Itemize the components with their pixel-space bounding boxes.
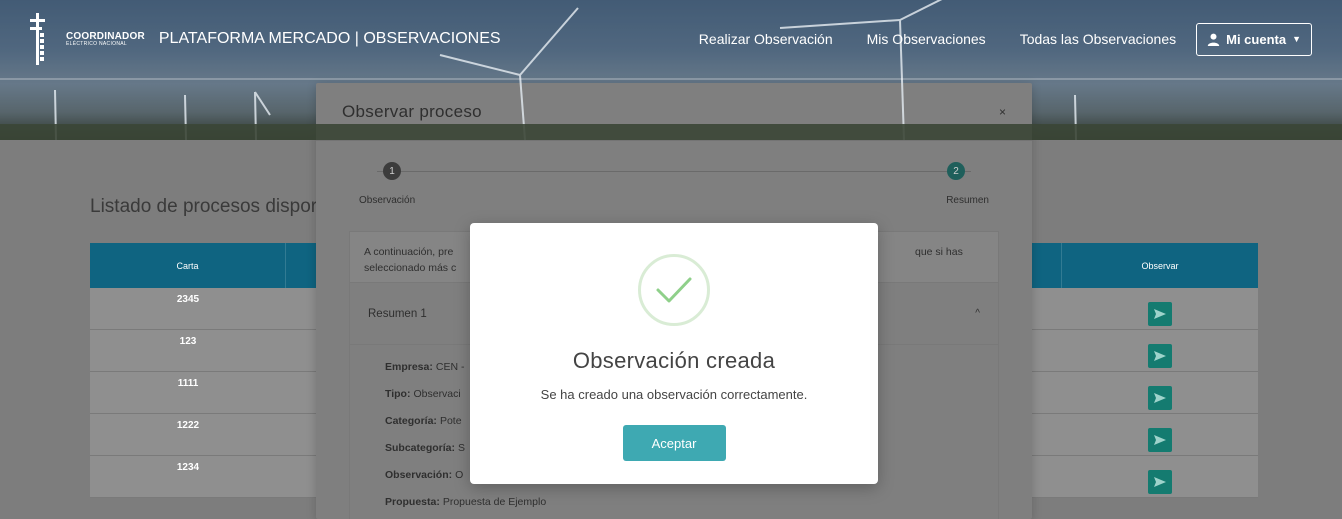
summary-title: Resumen 1	[368, 307, 427, 320]
page-title: Listado de procesos dispor	[90, 196, 318, 217]
nav-todas-observaciones[interactable]: Todas las Observaciones	[1020, 31, 1176, 47]
success-message: Se ha creado una observación correctamen…	[540, 387, 808, 402]
observe-send-button[interactable]	[1148, 386, 1172, 410]
step-1-indicator[interactable]: 1	[383, 162, 401, 180]
caret-down-icon: ▼	[1292, 34, 1301, 44]
observe-send-button[interactable]	[1148, 302, 1172, 326]
field-value: CEN -	[435, 360, 465, 373]
carta-cell: 1234	[176, 462, 200, 473]
accept-button[interactable]: Aceptar	[622, 425, 726, 461]
observar-cell	[1062, 414, 1258, 455]
observar-cell	[1062, 330, 1258, 371]
carta-cell: 1222	[176, 420, 200, 431]
carta-cell: 2345	[176, 294, 200, 305]
account-label: Mi cuenta	[1226, 31, 1287, 47]
logo-sub-text: ELÉCTRICO NACIONAL	[66, 40, 127, 47]
success-title: Observación creada	[572, 348, 776, 373]
checkmark-icon	[656, 277, 692, 303]
stepper: 1 2 Observación Resumen	[359, 159, 989, 209]
nav-mis-observaciones[interactable]: Mis Observaciones	[867, 31, 986, 47]
coordinador-logo-icon	[30, 13, 45, 65]
field-value: Observaci	[413, 387, 461, 400]
column-header-carta: Carta	[90, 243, 286, 288]
send-icon	[1154, 477, 1166, 487]
field-label: Empresa:	[385, 360, 433, 373]
logo-main-text: COORDINADOR	[66, 30, 145, 42]
observar-cell	[1062, 456, 1258, 497]
send-icon	[1154, 393, 1166, 403]
observar-cell	[1062, 372, 1258, 413]
column-header-observar: Observar	[1141, 260, 1179, 271]
success-dialog: Observación creada Se ha creado una obse…	[470, 223, 878, 484]
platform-title: PLATAFORMA MERCADO | OBSERVACIONES	[158, 30, 501, 47]
info-line-right: que si has	[915, 246, 963, 258]
step-2-indicator[interactable]: 2	[947, 162, 965, 180]
field-label: Subcategoría:	[385, 441, 456, 454]
observar-cell	[1062, 288, 1258, 329]
carta-cell: 1111	[177, 378, 199, 389]
field-label: Observación:	[385, 468, 453, 481]
field-value: Propuesta de Ejemplo	[442, 495, 547, 508]
field-label: Tipo:	[385, 387, 411, 400]
account-dropdown-button[interactable]: Mi cuenta ▼	[1196, 22, 1312, 56]
observe-send-button[interactable]	[1148, 428, 1172, 452]
field-value: S	[458, 441, 466, 454]
step-2-label: Resumen	[946, 195, 989, 206]
field-label: Propuesta:	[385, 495, 440, 508]
carta-cell: 123	[179, 336, 197, 347]
chevron-up-icon[interactable]: ^	[975, 308, 980, 319]
success-check-circle	[638, 254, 710, 326]
field-label: Categoría:	[385, 414, 437, 427]
nav-realizar-observacion[interactable]: Realizar Observación	[699, 31, 833, 47]
brand[interactable]: COORDINADOR ELÉCTRICO NACIONAL PLATAFORM…	[30, 9, 501, 69]
send-icon	[1154, 435, 1166, 445]
send-icon	[1154, 309, 1166, 319]
field-propuesta: Propuesta: Propuesta de Ejemplo	[385, 488, 980, 515]
top-navbar: COORDINADOR ELÉCTRICO NACIONAL PLATAFORM…	[0, 0, 1342, 80]
field-value: Pote	[439, 414, 462, 427]
stepper-line	[377, 171, 971, 172]
observe-send-button[interactable]	[1148, 470, 1172, 494]
step-1-label: Observación	[359, 195, 416, 206]
field-value: O	[455, 468, 464, 481]
send-icon	[1154, 351, 1166, 361]
user-icon	[1207, 33, 1220, 46]
observe-send-button[interactable]	[1148, 344, 1172, 368]
